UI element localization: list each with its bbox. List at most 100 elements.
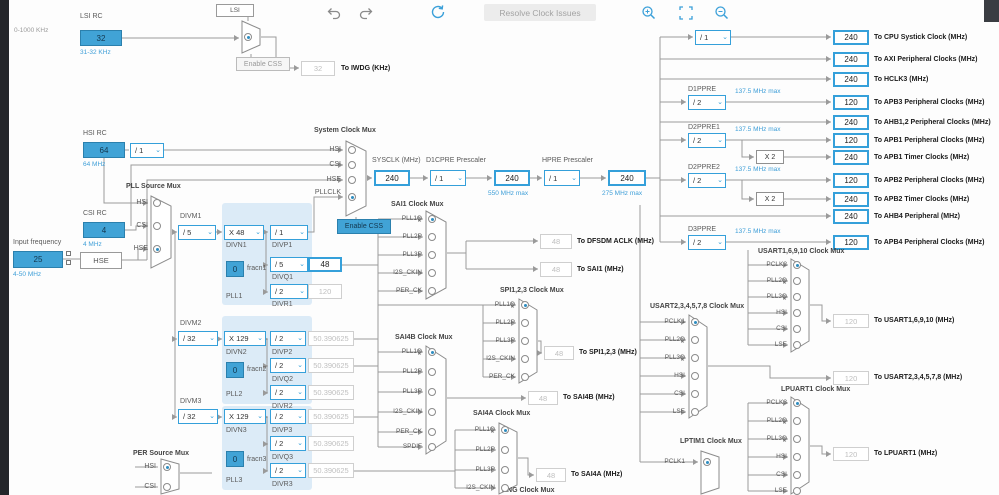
divm2-select[interactable]: / 32 (178, 331, 218, 346)
lsi-mux-option[interactable] (244, 33, 252, 41)
lpuart1-mux-option-csi[interactable] (793, 471, 801, 479)
divr3-select[interactable]: / 2 (270, 463, 306, 478)
usart16910-mux-option-pclk2[interactable] (793, 261, 801, 269)
divq3-select[interactable]: / 2 (270, 436, 306, 451)
usart16910-mux-option-hsi[interactable] (793, 309, 801, 317)
divp1-select[interactable]: / 1 (270, 225, 308, 240)
lpuart1-mux-option-lse[interactable] (793, 487, 801, 495)
usart234578-mux-option-pclk1[interactable] (691, 318, 699, 326)
ahb4-clock-value[interactable]: 240 (833, 209, 869, 224)
spi123-mux-option-i2s-ckin[interactable] (521, 355, 529, 363)
resolve-clock-issues-button[interactable]: Resolve Clock Issues (484, 4, 596, 21)
input-frequency-value[interactable]: 25 (13, 251, 63, 268)
sai4b-mux-option-per-ck[interactable] (428, 428, 436, 436)
sai4b-mux-option-pll2p[interactable] (428, 368, 436, 376)
apb1-clock-value[interactable]: 120 (833, 133, 869, 148)
ahb12-clock-value[interactable]: 240 (833, 115, 869, 130)
redo-icon[interactable] (358, 5, 374, 21)
lpuart1-mux-option-hsi[interactable] (793, 453, 801, 461)
lpuart1-mux-option-pll2q[interactable] (793, 417, 801, 425)
usart234578-mux-option-lse[interactable] (691, 408, 699, 416)
fit-view-icon[interactable] (678, 5, 694, 21)
zoom-out-icon[interactable] (714, 5, 730, 21)
d2ppre2-select[interactable]: / 2 (688, 173, 726, 188)
fracn2-value[interactable]: 0 (226, 362, 244, 378)
divp2-select[interactable]: / 2 (270, 331, 306, 346)
pll-source-mux-option-hsi[interactable] (153, 199, 161, 207)
usart16910-mux-option-csi[interactable] (793, 325, 801, 333)
system-clock-mux-option-hse[interactable] (348, 176, 356, 184)
apb1-timer-value[interactable]: 240 (833, 150, 869, 165)
spi123-mux-option-pll1q[interactable] (521, 301, 529, 309)
usart234578-mux-option-pll3q[interactable] (691, 354, 699, 362)
undo-icon[interactable] (326, 5, 342, 21)
sai1-mux-option-pll1q[interactable] (428, 215, 436, 223)
sai4a-mux-option-pll1q[interactable] (501, 426, 509, 434)
fracn3-value[interactable]: 0 (226, 451, 244, 467)
divm3-select[interactable]: / 32 (178, 409, 218, 424)
pll1q-output-value[interactable]: 48 (308, 257, 342, 272)
apb2-clock-value[interactable]: 120 (833, 173, 869, 188)
divq2-select[interactable]: / 2 (270, 358, 306, 373)
spi123-mux-option-per-ck[interactable] (521, 373, 529, 381)
sai1-mux-option-per-ck[interactable] (428, 287, 436, 295)
divm1-select[interactable]: / 5 (178, 225, 216, 240)
spi123-mux-option-pll3p[interactable] (521, 337, 529, 345)
sai4b-mux-option-i2s-ckin[interactable] (428, 408, 436, 416)
hsi-divider-select[interactable]: / 1 (130, 143, 164, 158)
systick-divider-select[interactable]: / 1 (695, 30, 731, 45)
hpre-output-value[interactable]: 240 (608, 170, 646, 186)
pll-source-mux-option-hse[interactable] (153, 245, 161, 253)
d2ppre1-select[interactable]: / 2 (688, 133, 726, 148)
sai1-mux-option-pll2p[interactable] (428, 233, 436, 241)
divr1-select[interactable]: / 2 (270, 284, 308, 299)
lpuart1-mux-option-pll3q[interactable] (793, 435, 801, 443)
divp3-select[interactable]: / 2 (270, 409, 306, 424)
sai4b-mux-option-spdif[interactable] (428, 443, 436, 451)
hclk3-value[interactable]: 240 (833, 72, 869, 87)
sai1-mux-option-i2s-ckin[interactable] (428, 269, 436, 277)
divr2-select[interactable]: / 2 (270, 385, 306, 400)
pll-source-mux-option-csi[interactable] (153, 222, 161, 230)
system-clock-mux-option-csi[interactable] (348, 161, 356, 169)
usart16910-mux-option-pll2q[interactable] (793, 277, 801, 285)
csi-rc-value[interactable]: 4 (83, 222, 125, 238)
iwdg-enable-css-button[interactable]: Enable CSS (236, 57, 290, 71)
apb3-clock-value[interactable]: 120 (833, 95, 869, 110)
sai4b-mux-option-pll1q[interactable] (428, 348, 436, 356)
per-source-mux-option-csi[interactable] (163, 483, 171, 491)
divq1-select[interactable]: / 5 (270, 257, 308, 272)
usart234578-mux-option-csi[interactable] (691, 390, 699, 398)
usart234578-mux-option-pll2q[interactable] (691, 336, 699, 344)
hsi-rc-value[interactable]: 64 (83, 142, 125, 158)
divn3-select[interactable]: X 129 (224, 409, 266, 424)
system-clock-mux-option-pllclk[interactable] (348, 193, 356, 201)
d1cpre-select[interactable]: / 1 (430, 170, 466, 186)
lptim1-mux-option-pclk1[interactable] (703, 458, 711, 466)
divn2-select[interactable]: X 129 (224, 331, 266, 346)
sai1-mux-option-pll3p[interactable] (428, 251, 436, 259)
d1ppre-select[interactable]: / 2 (688, 95, 726, 110)
refresh-icon[interactable] (429, 3, 447, 21)
spi123-mux-option-pll2p[interactable] (521, 319, 529, 327)
zoom-in-icon[interactable] (641, 5, 657, 21)
hpre-select[interactable]: / 1 (544, 170, 580, 186)
usart16910-mux-option-lse[interactable] (793, 341, 801, 349)
sai4a-mux-option-i2s-ckin[interactable] (501, 484, 509, 492)
d1cpre-output-value[interactable]: 240 (494, 170, 530, 186)
lpuart1-mux-option-pclk3[interactable] (793, 399, 801, 407)
usart16910-mux-option-pll3q[interactable] (793, 293, 801, 301)
lsi-rc-value[interactable]: 32 (80, 30, 122, 46)
sai4a-mux-option-pll2p[interactable] (501, 446, 509, 454)
sysclk-value[interactable]: 240 (374, 170, 410, 186)
fracn1-value[interactable]: 0 (226, 261, 244, 277)
cpu-systick-value[interactable]: 240 (833, 30, 869, 45)
per-source-mux-option-hsi[interactable] (163, 463, 171, 471)
d3ppre-select[interactable]: / 2 (688, 235, 726, 250)
system-clock-mux-option-hsi[interactable] (348, 146, 356, 154)
apb2-timer-value[interactable]: 240 (833, 192, 869, 207)
axi-clock-value[interactable]: 240 (833, 52, 869, 67)
sai4b-mux-option-pll3p[interactable] (428, 388, 436, 396)
divn1-select[interactable]: X 48 (224, 225, 264, 240)
usart234578-mux-option-hsi[interactable] (691, 372, 699, 380)
